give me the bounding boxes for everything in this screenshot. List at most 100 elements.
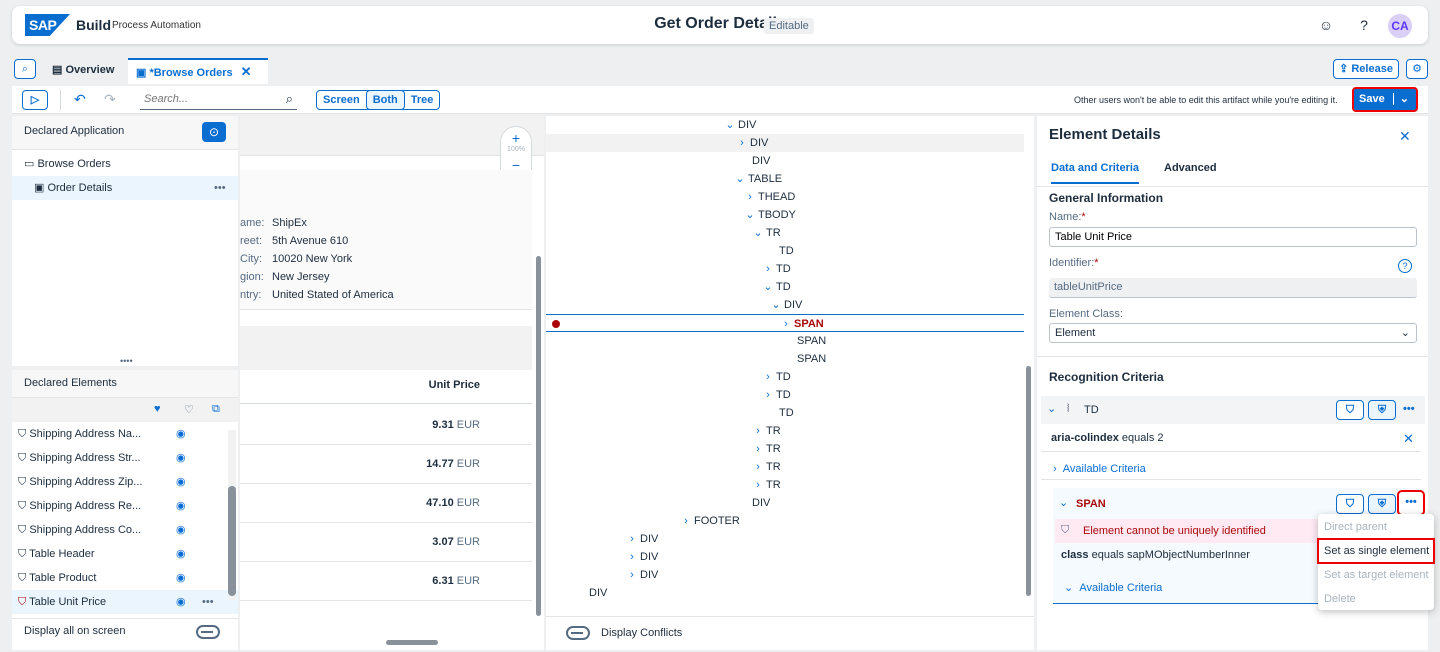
eye-icon[interactable]: ◉ (176, 542, 186, 566)
more-icon[interactable]: ••• (202, 590, 214, 614)
dom-node[interactable]: ⌄ TBODY (546, 206, 1024, 224)
dom-node[interactable]: ⌄ TR (546, 224, 1024, 242)
shield-check-button[interactable]: ⛉ (1336, 400, 1364, 420)
list-item[interactable]: ⛉ Shipping Address Co... ◉ (12, 518, 238, 542)
chevron-right-icon[interactable]: › (626, 566, 638, 584)
dom-node[interactable]: SPAN (546, 332, 1024, 350)
dom-node[interactable]: › DIV (546, 548, 1024, 566)
table-row[interactable]: 47.10 EUR (240, 484, 532, 523)
chevron-down-icon[interactable]: ⌄ (770, 296, 782, 314)
eye-icon[interactable]: ◉ (176, 590, 186, 614)
close-icon[interactable]: ✕ (1399, 128, 1411, 145)
chevron-down-icon[interactable]: ⌄ (734, 170, 746, 188)
dom-vscroll[interactable] (1026, 366, 1031, 596)
shield-alt-button[interactable]: ⛨ (1368, 494, 1396, 514)
list-item[interactable]: ⛉ Table Header ◉ (12, 542, 238, 566)
seg-tree[interactable]: Tree (405, 91, 440, 109)
zoom-in-icon[interactable]: + (501, 130, 531, 146)
chevron-right-icon[interactable]: › (752, 440, 764, 458)
dom-node[interactable]: DIV (546, 494, 1024, 512)
dom-node[interactable]: › TR (546, 440, 1024, 458)
dom-node[interactable]: DIV (546, 584, 1024, 602)
more-icon[interactable]: ••• (214, 176, 226, 200)
display-all-toggle[interactable] (196, 625, 220, 639)
avatar[interactable]: CA (1388, 14, 1412, 38)
element-class-select[interactable]: Element ⌄ (1049, 323, 1417, 343)
filter-screen-icon[interactable]: ⧉ (212, 403, 220, 416)
dom-node[interactable]: TD (546, 404, 1024, 422)
display-conflicts-toggle[interactable] (566, 626, 590, 640)
dom-node[interactable]: › TD (546, 368, 1024, 386)
dom-node[interactable]: ⌄ TD (546, 278, 1024, 296)
more-options-button[interactable]: ••• (1397, 490, 1425, 516)
dom-node[interactable]: › THEAD (546, 188, 1024, 206)
tab-overview[interactable]: ▤ Overview (44, 58, 122, 84)
remove-criteria-icon[interactable]: ✕ (1403, 431, 1414, 447)
run-button[interactable]: ▷ (22, 90, 48, 110)
tree-item-app[interactable]: ▭ Browse Orders (12, 152, 238, 176)
list-item-selected[interactable]: ⛉ Table Unit Price ◉ ••• (12, 590, 238, 614)
resize-handle[interactable]: •••• (120, 356, 133, 366)
dom-node[interactable]: ⌄ TABLE (546, 170, 1024, 188)
chevron-right-icon[interactable]: › (752, 422, 764, 440)
chevron-right-icon[interactable]: › (626, 530, 638, 548)
eye-icon[interactable]: ◉ (176, 446, 186, 470)
dom-node[interactable]: › TR (546, 458, 1024, 476)
dom-node[interactable]: TD (546, 242, 1024, 260)
scrollbar[interactable] (228, 430, 236, 600)
dom-node[interactable]: › TR (546, 476, 1024, 494)
tab-data-criteria[interactable]: Data and Criteria (1051, 162, 1140, 184)
shield-alt-button[interactable]: ⛨ (1368, 400, 1396, 420)
undo-icon[interactable]: ↶ (74, 91, 86, 108)
preview-hscroll[interactable] (386, 640, 438, 645)
chevron-down-icon[interactable]: ⌄ (744, 206, 756, 224)
chevron-down-icon[interactable]: ⌄ (724, 116, 736, 134)
chevron-right-icon[interactable]: › (762, 386, 774, 404)
list-item[interactable]: ⛉ Shipping Address Na... ◉ (12, 422, 238, 446)
chevron-down-icon[interactable]: ⌄ (1047, 402, 1056, 415)
table-row[interactable]: 14.77 EUR (240, 445, 532, 484)
filter-undeclared-icon[interactable]: ♡ (184, 403, 194, 416)
search-input[interactable] (140, 90, 270, 108)
seg-both[interactable]: Both (365, 90, 405, 110)
tab-advanced[interactable]: Advanced (1164, 162, 1217, 174)
chevron-right-icon[interactable]: › (626, 548, 638, 566)
dom-node[interactable]: › FOOTER (546, 512, 1024, 530)
chevron-right-icon[interactable]: › (762, 368, 774, 386)
dom-node[interactable]: › SPAN (546, 314, 1024, 332)
eye-icon[interactable]: ◉ (176, 422, 186, 446)
shield-check-button[interactable]: ⛉ (1336, 494, 1364, 514)
chevron-down-icon[interactable]: ⌄ (1059, 496, 1068, 509)
criteria-header-td[interactable]: ⌄ ⦚ TD ⛉ ⛨ ••• (1041, 396, 1425, 424)
chevron-right-icon[interactable]: › (744, 188, 756, 206)
chevron-down-icon[interactable]: ⌄ (1392, 93, 1409, 105)
sap-logo[interactable]: SAP (25, 14, 70, 36)
settings-gear-icon[interactable]: ⚙ (1406, 59, 1428, 79)
filter-declared-icon[interactable]: ♥ (154, 403, 161, 415)
dom-node[interactable]: ⌄ DIV (546, 116, 1024, 134)
available-criteria-toggle[interactable]: › Available Criteria (1041, 456, 1421, 480)
list-item[interactable]: ⛉ Table Product ◉ (12, 566, 238, 590)
dom-node[interactable]: › TD (546, 386, 1024, 404)
available-criteria-toggle-2[interactable]: ⌄ Available Criteria (1064, 581, 1162, 594)
list-item[interactable]: ⛉ Shipping Address Zip... ◉ (12, 470, 238, 494)
table-row[interactable]: 3.07 EUR (240, 523, 532, 562)
eye-icon[interactable]: ◉ (176, 494, 186, 518)
help-icon[interactable]: ? (1354, 15, 1374, 35)
seg-screen[interactable]: Screen (317, 91, 366, 109)
preview-vscroll[interactable] (536, 256, 541, 616)
table-row[interactable]: 9.31 EUR (240, 406, 532, 445)
table-row[interactable]: 6.31 EUR (240, 562, 532, 601)
eye-icon[interactable]: ◉ (176, 566, 186, 590)
list-item[interactable]: ⛉ Shipping Address Str... ◉ (12, 446, 238, 470)
chevron-right-icon[interactable]: › (680, 512, 692, 530)
chevron-right-icon[interactable]: › (752, 458, 764, 476)
dom-node[interactable]: › DIV (546, 566, 1024, 584)
chevron-right-icon[interactable]: › (762, 260, 774, 278)
chevron-down-icon[interactable]: ⌄ (762, 278, 774, 296)
chevron-right-icon[interactable]: › (752, 476, 764, 494)
capture-screen-button[interactable]: ⊙ (202, 122, 226, 142)
dom-node[interactable]: SPAN (546, 350, 1024, 368)
chevron-right-icon[interactable]: › (780, 315, 792, 333)
chevron-down-icon[interactable]: ⌄ (752, 224, 764, 242)
